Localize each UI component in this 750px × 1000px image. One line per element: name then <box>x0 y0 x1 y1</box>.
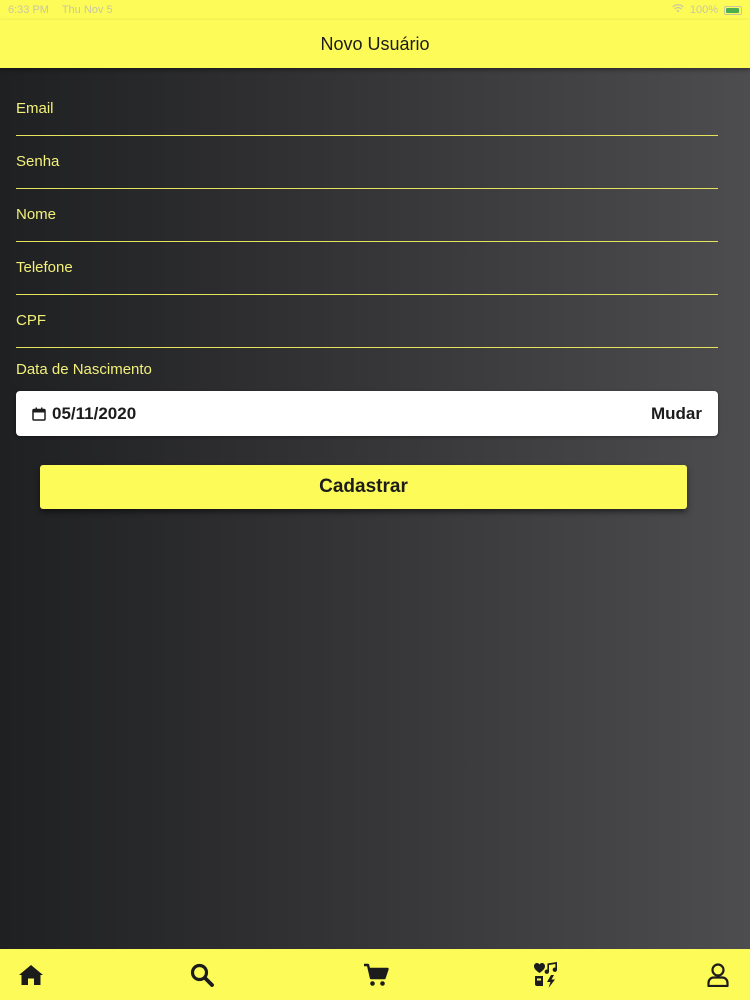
app-header: Novo Usuário <box>0 20 750 68</box>
dob-value: 05/11/2020 <box>52 403 137 423</box>
cpf-field[interactable]: CPF <box>16 300 718 348</box>
password-input[interactable] <box>16 141 718 188</box>
name-input[interactable] <box>16 194 718 241</box>
battery-percent: 100% <box>689 4 718 16</box>
password-field[interactable]: Senha <box>16 141 718 189</box>
tab-search[interactable] <box>188 961 216 989</box>
email-field[interactable]: Email <box>16 88 718 136</box>
dob-picker[interactable]: 05/11/2020 Mudar <box>16 391 718 436</box>
cart-icon <box>363 963 389 987</box>
home-icon <box>18 964 44 986</box>
dob-label: Data de Nascimento <box>16 361 152 378</box>
wifi-icon <box>672 4 684 16</box>
phone-input[interactable] <box>16 247 718 294</box>
calendar-icon <box>32 407 46 421</box>
tab-home[interactable] <box>17 961 45 989</box>
heart-music-icon <box>533 962 559 988</box>
tab-cart[interactable] <box>362 961 390 989</box>
battery-icon <box>724 5 742 15</box>
name-field[interactable]: Nome <box>16 194 718 242</box>
status-date: Thu Nov 5 <box>61 4 113 16</box>
phone-field[interactable]: Telefone <box>16 247 718 295</box>
tab-profile[interactable] <box>704 961 732 989</box>
tab-favorites[interactable] <box>532 961 560 989</box>
page-title: Novo Usuário <box>320 33 430 54</box>
register-button[interactable]: Cadastrar <box>40 465 687 509</box>
cpf-input[interactable] <box>16 300 718 347</box>
search-icon <box>190 963 214 987</box>
user-icon <box>707 963 729 987</box>
form-container: Email Senha Nome Telefone CPF Data de Na… <box>0 68 750 949</box>
bottom-tab-bar <box>0 949 750 1000</box>
register-button-label: Cadastrar <box>319 476 408 497</box>
email-input[interactable] <box>16 88 718 135</box>
status-time: 6:33 PM <box>8 4 49 16</box>
change-date-button[interactable]: Mudar <box>651 404 702 424</box>
status-bar: 6:33 PM Thu Nov 5 100% <box>0 0 750 20</box>
